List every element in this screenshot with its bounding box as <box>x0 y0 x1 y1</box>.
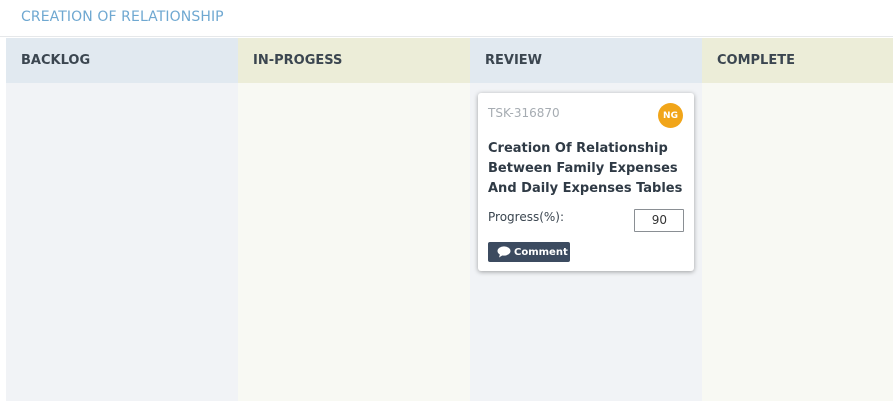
kanban-board: BACKLOG IN-PROGESS REVIEW COMPLETE <box>6 38 893 401</box>
column-backlog: BACKLOG <box>6 38 238 401</box>
column-header-review: REVIEW <box>470 38 702 83</box>
column-body-in-progress[interactable] <box>238 83 470 401</box>
assignee-avatar[interactable]: NG <box>658 103 683 128</box>
board-header: CREATION OF RELATIONSHIP <box>0 0 893 37</box>
comment-button-label: Comment <box>514 246 568 258</box>
progress-input[interactable]: 90 <box>634 209 684 232</box>
column-in-progress: IN-PROGESS <box>238 38 470 401</box>
column-body-backlog[interactable] <box>6 83 238 401</box>
comment-button[interactable]: Comment <box>488 242 570 262</box>
speech-bubble-icon <box>497 246 511 258</box>
task-card[interactable]: TSK-316870 NG Creation Of Relationship B… <box>478 93 694 271</box>
task-id: TSK-316870 <box>488 106 560 120</box>
column-header-in-progress: IN-PROGESS <box>238 38 470 83</box>
column-body-complete[interactable] <box>702 83 893 401</box>
task-title: Creation Of Relationship Between Family … <box>488 141 683 196</box>
column-header-complete: COMPLETE <box>702 38 893 83</box>
column-complete: COMPLETE <box>702 38 893 401</box>
column-header-backlog: BACKLOG <box>6 38 238 83</box>
board-title: CREATION OF RELATIONSHIP <box>21 9 224 25</box>
progress-label: Progress(%): <box>488 210 565 224</box>
